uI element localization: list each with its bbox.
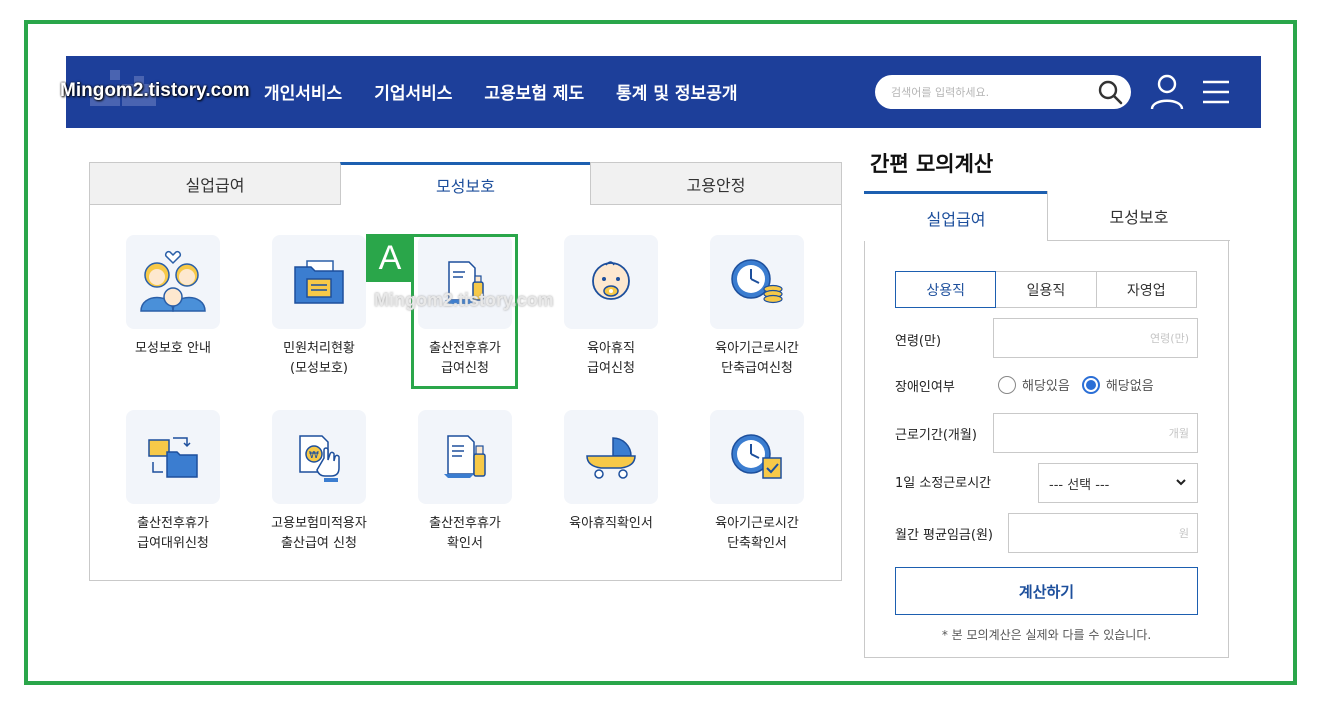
calculator-disclaimer: * 본 모의계산은 실제와 다를 수 있습니다.	[941, 628, 1152, 642]
employment-type-daily[interactable]: 일용직	[996, 271, 1097, 308]
service-label: 육아기근로시간 단축급여신청	[715, 341, 799, 376]
service-reduced-hours-certificate[interactable]: 육아기근로시간 단축확인서	[687, 410, 827, 560]
highlight-annotation-box	[411, 234, 518, 389]
work-period-input[interactable]	[993, 413, 1198, 453]
daily-hours-label: 1일 소정근로시간	[895, 476, 992, 491]
service-label: 출산전후휴가 급여대위신청	[137, 516, 209, 551]
age-label: 연령(만)	[895, 334, 942, 349]
family-icon	[126, 235, 220, 329]
service-label: 육아기근로시간 단축확인서	[715, 516, 799, 551]
watermark-text: Mingom2.tistory.com	[374, 290, 554, 310]
calculator-panel: 실업급여 모성보호 상용직 일용직 자영업 연령(만) 장애인여부 해당있음 해…	[864, 191, 1230, 658]
folder-document-icon	[272, 235, 366, 329]
tab-employment-stability[interactable]: 고용안정	[590, 162, 842, 205]
employment-type-selector: 상용직 일용직 자영업	[895, 271, 1197, 308]
nav-insurance-system[interactable]: 고용보험 제도	[484, 79, 584, 104]
calculator-title: 간편 모의계산	[870, 152, 994, 176]
service-uninsured-maternity-benefit[interactable]: ₩ 고용보험미적용자 출산급여 신청	[249, 410, 389, 560]
service-maternity-subrogation[interactable]: 출산전후휴가 급여대위신청	[103, 410, 243, 560]
service-label: 민원처리현황 (모성보호)	[283, 341, 355, 376]
service-label: 모성보호 안내	[135, 341, 211, 356]
document-won-hand-icon: ₩	[272, 410, 366, 504]
service-tabs: 실업급여 모성보호 고용안정	[89, 162, 842, 205]
employment-type-regular[interactable]: 상용직	[895, 271, 997, 308]
service-label: 육아휴직 급여신청	[587, 341, 635, 376]
calculate-button[interactable]: 계산하기	[895, 567, 1198, 615]
calc-tab-maternity[interactable]: 모성보호	[1047, 191, 1230, 241]
daily-hours-select[interactable]: --- 선택 ---	[1038, 463, 1198, 503]
service-maternity-leave-certificate[interactable]: 출산전후휴가 확인서	[395, 410, 535, 560]
disability-label: 장애인여부	[895, 380, 955, 395]
service-maternity-guide[interactable]: 모성보호 안내	[103, 235, 243, 385]
service-reduced-hours-benefit[interactable]: 육아기근로시간 단축급여신청	[687, 235, 827, 385]
nav-corporate-service[interactable]: 기업서비스	[374, 79, 452, 104]
disability-radio-group: 해당있음 해당없음	[998, 375, 1160, 394]
clock-check-icon	[710, 410, 804, 504]
chevron-down-icon	[1176, 479, 1186, 486]
search-box	[875, 75, 1131, 109]
search-icon[interactable]	[1097, 79, 1123, 105]
service-label: 육아휴직확인서	[569, 516, 653, 531]
disability-yes-radio[interactable]	[998, 375, 1016, 394]
svg-text:₩: ₩	[309, 450, 319, 461]
document-bottle-icon	[418, 410, 512, 504]
service-label: 고용보험미적용자 출산급여 신청	[271, 516, 367, 551]
nav-personal-service[interactable]: 개인서비스	[264, 79, 342, 104]
disability-no-label: 해당없음	[1105, 379, 1154, 394]
age-input[interactable]	[993, 318, 1198, 358]
search-input[interactable]	[891, 81, 1081, 103]
wage-input[interactable]	[1008, 513, 1198, 553]
annotation-badge: A	[366, 234, 414, 282]
service-parental-leave-certificate[interactable]: 육아휴직확인서	[541, 410, 681, 560]
clock-coins-icon	[710, 235, 804, 329]
folder-transfer-icon	[126, 410, 220, 504]
tab-maternity-protection[interactable]: 모성보호	[340, 162, 591, 205]
daily-hours-selected-value: --- 선택 ---	[1049, 477, 1110, 493]
wage-label: 월간 평균임금(원)	[895, 528, 993, 543]
main-nav: 개인서비스 기업서비스 고용보험 제도 통계 및 정보공개	[264, 79, 738, 104]
work-period-label: 근로기간(개월)	[895, 428, 977, 443]
watermark-text: Mingom2.tistory.com	[60, 80, 250, 101]
disability-yes-label: 해당있음	[1022, 379, 1070, 394]
calc-tab-unemployment[interactable]: 실업급여	[864, 191, 1048, 241]
hamburger-menu-icon[interactable]	[1201, 78, 1231, 106]
baby-face-icon	[564, 235, 658, 329]
user-icon[interactable]	[1149, 73, 1185, 111]
employment-type-self-employed[interactable]: 자영업	[1096, 271, 1197, 308]
disability-no-radio[interactable]	[1081, 375, 1100, 394]
nav-statistics[interactable]: 통계 및 정보공개	[616, 79, 737, 104]
service-label: 출산전후휴가 확인서	[429, 516, 501, 551]
site-header: Mingom2.tistory.com 개인서비스 기업서비스 고용보험 제도 …	[60, 56, 1261, 128]
service-parental-leave-application[interactable]: 육아휴직 급여신청	[541, 235, 681, 385]
stroller-icon	[564, 410, 658, 504]
tab-unemployment-benefit[interactable]: 실업급여	[89, 162, 341, 205]
